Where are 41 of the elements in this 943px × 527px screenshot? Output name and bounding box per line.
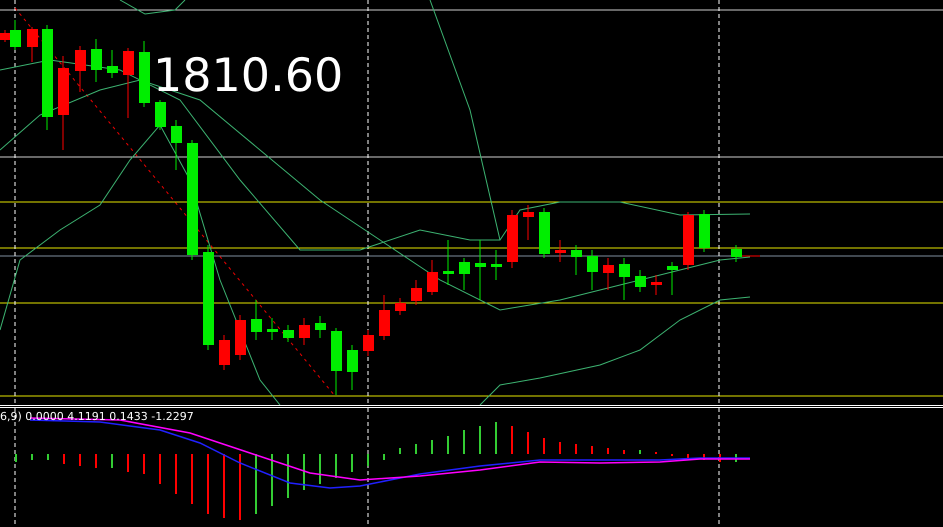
candle bbox=[283, 324, 294, 342]
candle bbox=[459, 258, 470, 290]
candle bbox=[395, 298, 406, 316]
candle bbox=[635, 270, 646, 292]
candle bbox=[427, 260, 438, 296]
candle bbox=[731, 244, 742, 262]
candle bbox=[699, 210, 710, 252]
candle bbox=[603, 258, 614, 290]
candle bbox=[555, 240, 566, 262]
candle bbox=[523, 204, 534, 240]
candle bbox=[507, 210, 518, 268]
candle bbox=[619, 258, 630, 300]
candle bbox=[683, 212, 694, 270]
candle bbox=[171, 120, 182, 170]
candle bbox=[27, 26, 38, 62]
candle bbox=[347, 344, 358, 390]
candle bbox=[299, 318, 310, 346]
candle bbox=[315, 316, 326, 338]
candle bbox=[219, 334, 230, 370]
candle bbox=[251, 300, 262, 340]
candle bbox=[667, 262, 678, 296]
candle bbox=[443, 240, 454, 286]
candle bbox=[235, 314, 246, 360]
candle bbox=[155, 100, 166, 130]
candle bbox=[267, 318, 278, 340]
candle bbox=[331, 328, 342, 396]
candle bbox=[107, 50, 118, 78]
candle bbox=[491, 250, 502, 280]
candle bbox=[379, 294, 390, 340]
candle bbox=[123, 48, 134, 118]
candle bbox=[587, 250, 598, 290]
candle bbox=[475, 240, 486, 300]
candle bbox=[571, 244, 582, 276]
price-label: 1810.60 bbox=[153, 52, 344, 98]
candle bbox=[651, 274, 662, 296]
candle bbox=[75, 46, 86, 92]
candle bbox=[411, 280, 422, 306]
candle bbox=[363, 330, 374, 356]
candle bbox=[91, 38, 102, 82]
candle bbox=[539, 208, 550, 258]
candle bbox=[139, 40, 150, 108]
